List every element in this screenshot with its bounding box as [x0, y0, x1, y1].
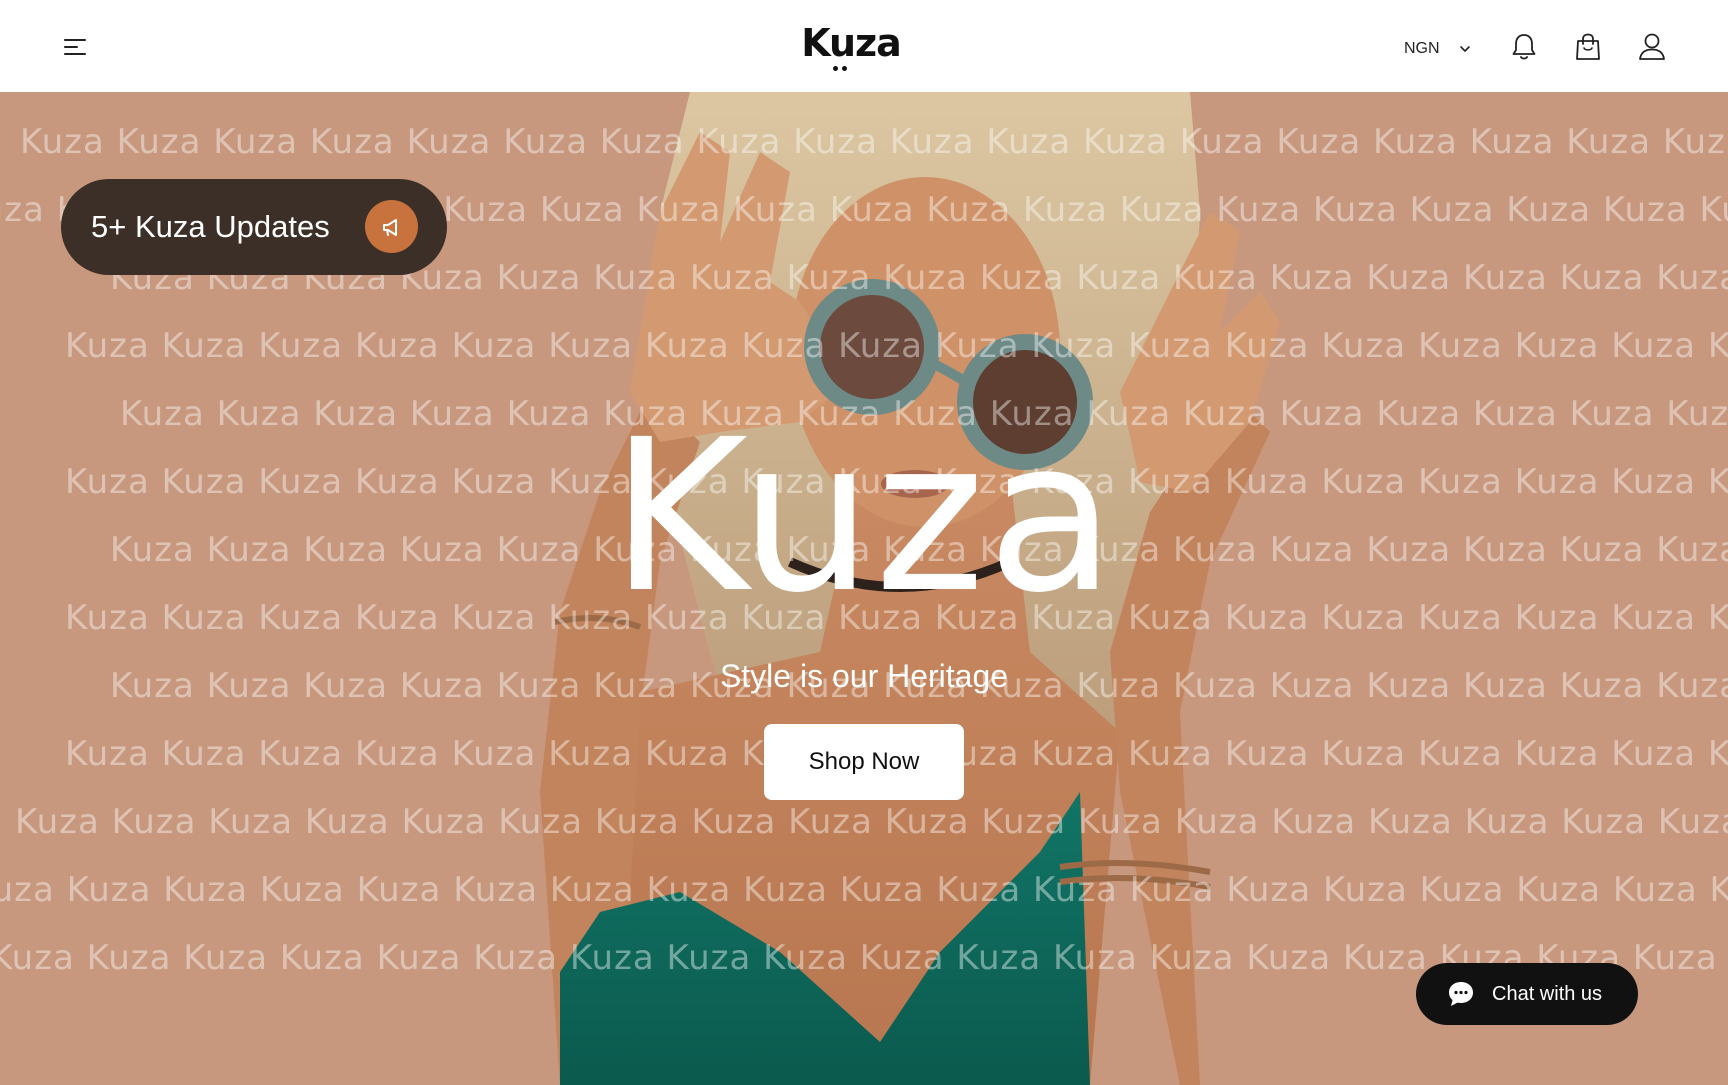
currency-selector[interactable]: NGN [1404, 36, 1472, 62]
chat-bubble-icon [1449, 982, 1473, 1006]
top-header: Kuza NGN [0, 0, 1728, 92]
site-logo[interactable]: Kuza [796, 24, 906, 74]
hero-subtitle: Style is our Heritage [719, 658, 1009, 694]
shop-now-button[interactable]: Shop Now [764, 724, 964, 800]
updates-label: 5+ Kuza Updates [91, 209, 330, 244]
chat-with-us-button[interactable]: Chat with us [1416, 963, 1638, 1025]
currency-value: NGN [1404, 40, 1440, 57]
shopping-bag-icon[interactable] [1571, 30, 1605, 64]
hero-banner: Kuza Kuza Kuza Kuza Kuza Kuza Kuza Kuza … [0, 92, 1728, 1085]
hamburger-menu-icon[interactable] [60, 32, 94, 62]
bell-icon[interactable] [1507, 30, 1541, 64]
hero-title: Kuza [610, 394, 1118, 639]
logo-dots [833, 66, 847, 72]
logo-text: Kuza [801, 21, 902, 65]
chat-label: Chat with us [1492, 982, 1603, 1005]
updates-pill-button[interactable]: 5+ Kuza Updates [61, 179, 447, 275]
megaphone-icon [365, 200, 418, 253]
user-icon[interactable] [1635, 30, 1669, 64]
chevron-down-icon [1459, 46, 1470, 52]
